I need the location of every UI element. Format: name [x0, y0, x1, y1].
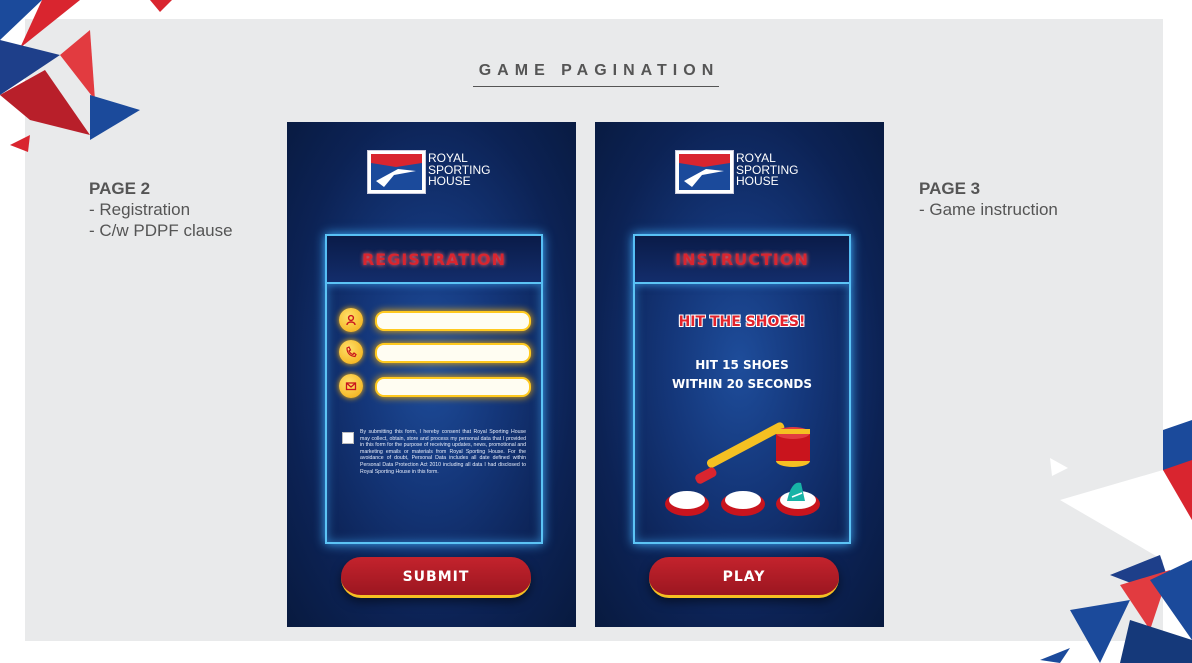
card-title: INSTRUCTION	[675, 250, 809, 269]
registration-screen: ROYAL SPORTING HOUSE REGISTRATION By sub…	[287, 122, 576, 627]
deco-triangle	[1040, 648, 1070, 663]
card-header: INSTRUCTION	[635, 236, 849, 284]
email-field[interactable]	[375, 377, 531, 397]
instruction-line: WITHIN 20 SECONDS	[672, 377, 812, 391]
user-icon	[339, 308, 363, 332]
play-button[interactable]: PLAY	[649, 557, 839, 598]
heading-text: GAME PAGINATION	[472, 62, 720, 87]
consent-text: By submitting this form, I hereby consen…	[360, 429, 526, 475]
instruction-screen: ROYAL SPORTING HOUSE INSTRUCTION HIT THE…	[595, 122, 884, 627]
phone-icon	[339, 340, 363, 364]
deco-triangle	[1060, 470, 1163, 560]
mail-icon	[339, 374, 363, 398]
note-line: - C/w PDPF clause	[89, 221, 233, 240]
registration-card: REGISTRATION By submitting this form, I …	[325, 234, 543, 544]
consent-checkbox[interactable]	[342, 432, 354, 444]
page-heading: GAME PAGINATION	[0, 62, 1192, 87]
hammer-icon	[695, 422, 810, 484]
deco-triangle	[90, 95, 140, 140]
note-title: PAGE 2	[89, 179, 151, 198]
instruction-headline: HIT THE SHOES!	[678, 314, 806, 330]
deco-triangle	[1070, 600, 1130, 663]
brand-logo: ROYAL SPORTING HOUSE	[675, 150, 815, 194]
deco-triangle	[1120, 620, 1192, 663]
logo-wordmark: ROYAL SPORTING HOUSE	[428, 152, 490, 188]
logo-emblem	[675, 150, 734, 194]
page-2-note: PAGE 2 - Registration - C/w PDPF clause	[89, 178, 233, 241]
logo-wordmark: ROYAL SPORTING HOUSE	[736, 152, 798, 188]
instruction-line: HIT 15 SHOES	[695, 358, 789, 372]
note-line: - Registration	[89, 200, 191, 219]
logo-word: HOUSE	[736, 174, 779, 188]
hole-with-shoe-icon	[776, 482, 820, 516]
note-title: PAGE 3	[919, 179, 981, 198]
instruction-card: INSTRUCTION HIT THE SHOES! HIT 15 SHOES …	[633, 234, 851, 544]
deco-triangle	[150, 0, 172, 12]
submit-button[interactable]: SUBMIT	[341, 557, 531, 598]
card-title: REGISTRATION	[361, 250, 507, 269]
page-3-note: PAGE 3 - Game instruction	[919, 178, 1058, 220]
logo-word: HOUSE	[428, 174, 471, 188]
note-line: - Game instruction	[919, 200, 1058, 219]
phone-field[interactable]	[375, 343, 531, 363]
card-header: REGISTRATION	[327, 236, 541, 284]
name-field[interactable]	[375, 311, 531, 331]
deco-triangle	[1163, 460, 1192, 520]
logo-bird-icon	[679, 154, 730, 190]
hole-icon	[721, 491, 765, 516]
logo-bird-icon	[371, 154, 422, 190]
logo-emblem	[367, 150, 426, 194]
hole-icon	[665, 491, 709, 516]
brand-logo: ROYAL SPORTING HOUSE	[367, 150, 507, 194]
deco-triangle	[1050, 458, 1068, 476]
whack-a-shoe-illustration	[665, 422, 820, 516]
deco-triangle	[10, 135, 30, 152]
